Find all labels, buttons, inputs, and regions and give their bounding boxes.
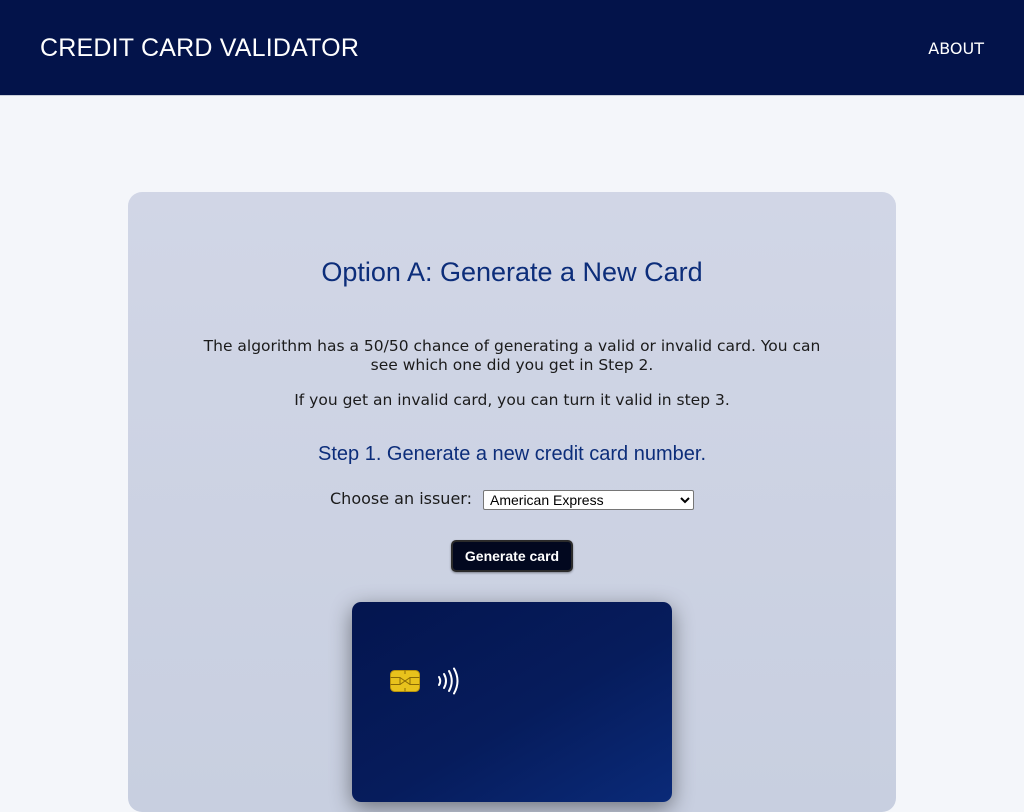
issuer-select[interactable]: American Express bbox=[483, 490, 694, 510]
contactless-icon bbox=[438, 667, 459, 695]
issuer-label: Choose an issuer: bbox=[330, 489, 472, 508]
generate-card-button[interactable]: Generate card bbox=[451, 540, 573, 572]
top-navigation-bar: CREDIT CARD VALIDATOR ABOUT bbox=[0, 0, 1024, 96]
site-title: CREDIT CARD VALIDATOR bbox=[40, 34, 360, 62]
about-link[interactable]: ABOUT bbox=[928, 39, 984, 59]
section-title: Option A: Generate a New Card bbox=[321, 257, 703, 287]
note-paragraph: If you get an invalid card, you can turn… bbox=[294, 391, 730, 409]
description-paragraph: The algorithm has a 50/50 chance of gene… bbox=[203, 337, 821, 374]
step-1-title: Step 1. Generate a new credit card numbe… bbox=[318, 443, 706, 465]
credit-card-preview bbox=[352, 602, 672, 802]
chip-icon bbox=[390, 670, 420, 692]
